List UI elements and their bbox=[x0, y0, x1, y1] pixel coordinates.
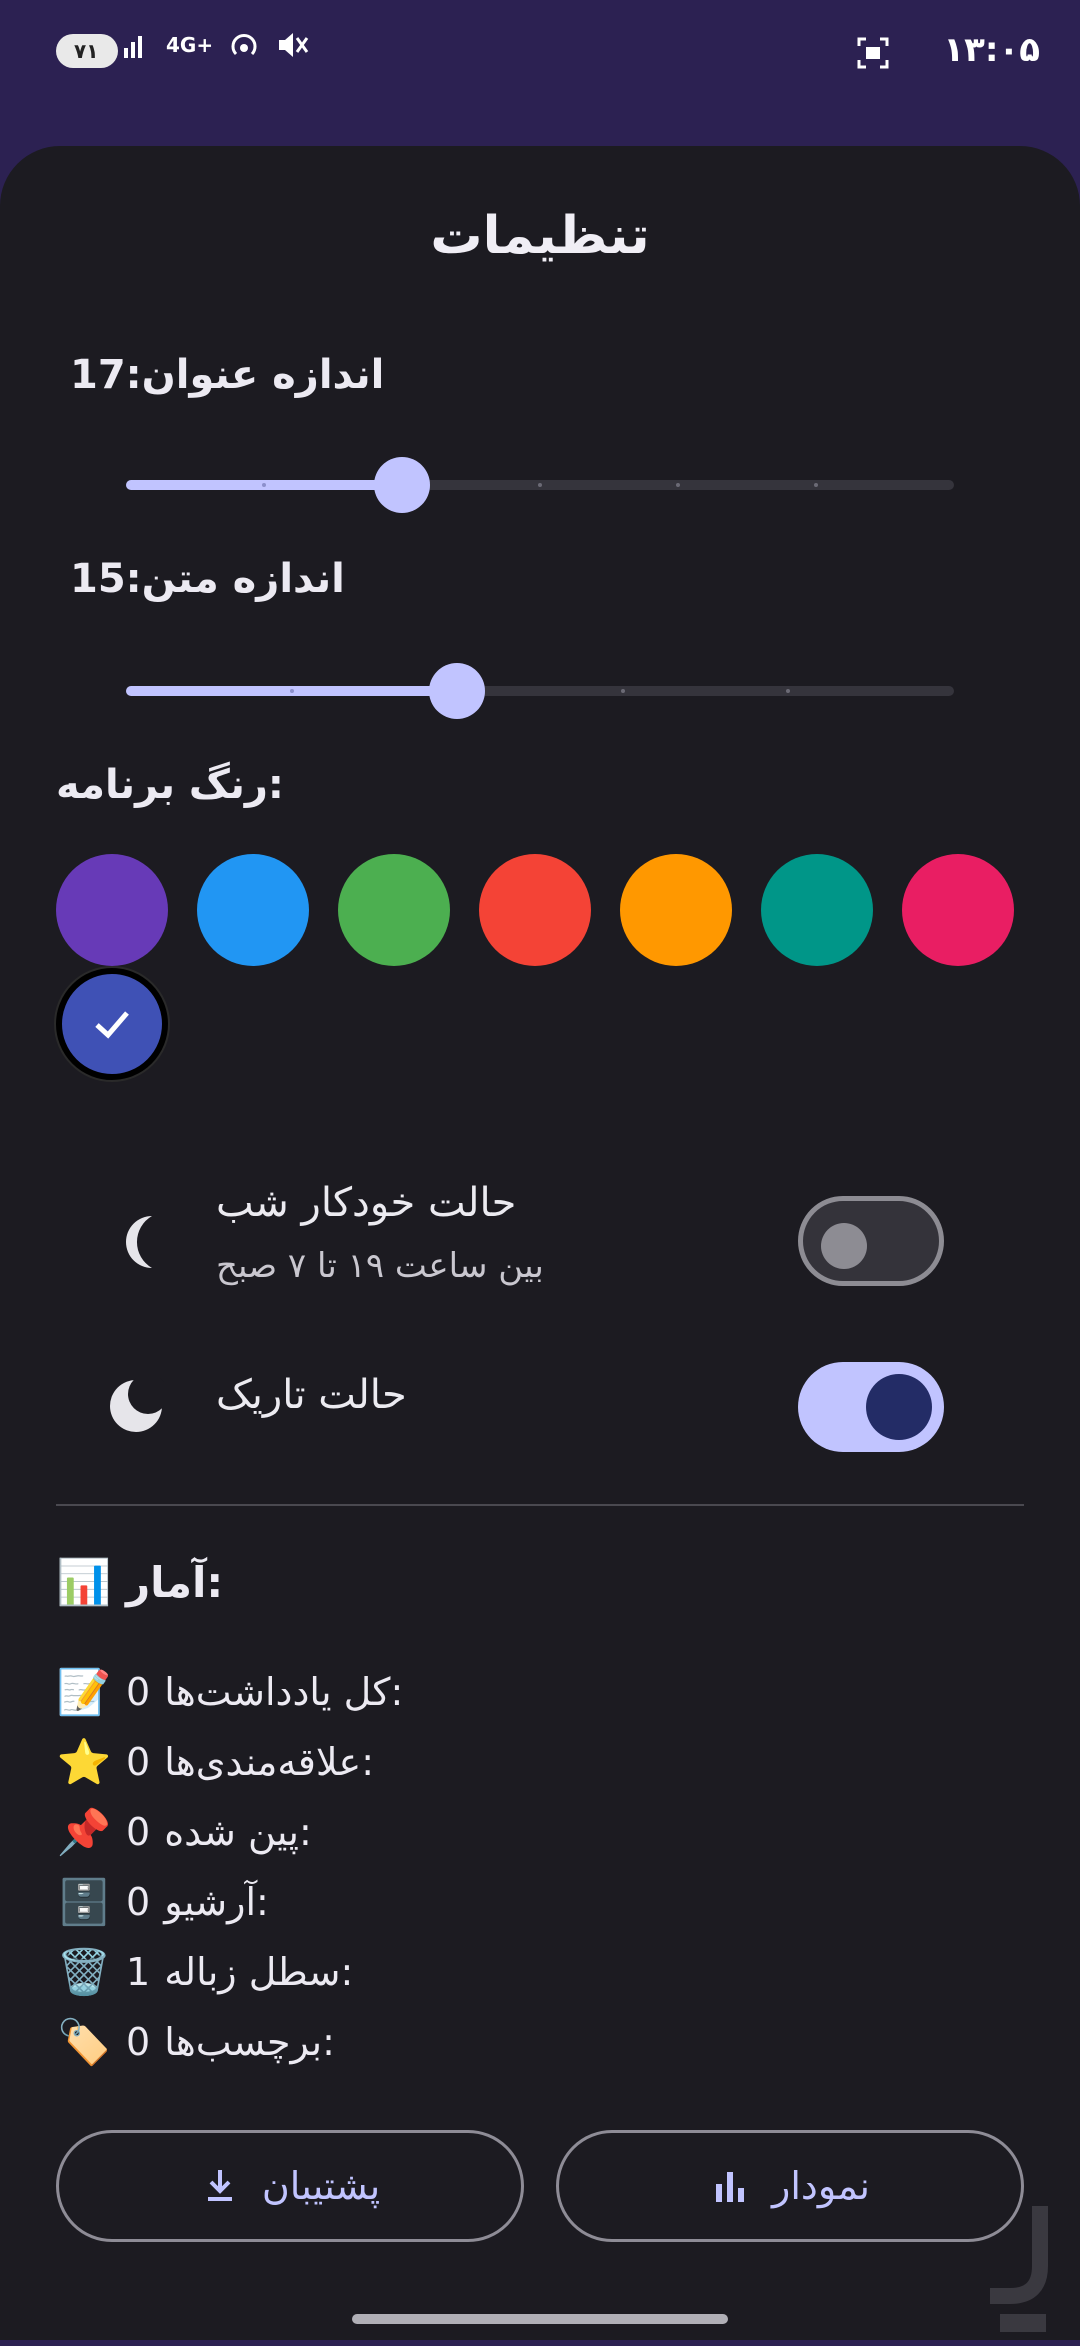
auto-night-switch[interactable] bbox=[798, 1196, 944, 1286]
slider-tick bbox=[262, 483, 266, 487]
stat-value: 1 bbox=[126, 1950, 151, 1994]
color-swatch[interactable] bbox=[197, 854, 309, 966]
color-swatch[interactable] bbox=[761, 854, 873, 966]
home-indicator[interactable] bbox=[352, 2314, 728, 2324]
network-type: 4G+ bbox=[166, 33, 214, 57]
page-title: تنظیمات bbox=[430, 206, 650, 266]
slider-tick bbox=[289, 689, 294, 693]
status-bar: ۷۱ 4G+ ۱۳:۰۵ bbox=[0, 0, 1080, 110]
stat-label: سطل زباله: bbox=[164, 1950, 354, 1994]
switch-knob bbox=[821, 1223, 867, 1269]
title-size-value: 17 bbox=[70, 352, 126, 398]
stat-label: علاقه‌مندی‌ها: bbox=[164, 1740, 375, 1784]
stat-value: 0 bbox=[126, 1740, 151, 1784]
stat-label: پین شده: bbox=[164, 1810, 312, 1854]
color-swatch[interactable] bbox=[620, 854, 732, 966]
stat-item: 📝 0 کل یادداشت‌ها: bbox=[56, 1666, 404, 1718]
color-swatch[interactable] bbox=[338, 854, 450, 966]
watermark-logo bbox=[990, 2206, 1048, 2332]
text-size-slider[interactable] bbox=[126, 663, 954, 719]
stat-label: کل یادداشت‌ها: bbox=[164, 1670, 404, 1714]
color-swatch[interactable] bbox=[56, 854, 168, 966]
title-size-label: اندازه عنوان:17 bbox=[56, 352, 384, 398]
stat-value: 0 bbox=[126, 1880, 151, 1924]
stat-item: ⭐ 0 علاقه‌مندی‌ها: bbox=[56, 1736, 374, 1788]
stat-emoji-icon: 📝 bbox=[56, 1667, 112, 1718]
bar-chart-icon bbox=[715, 2172, 744, 2202]
stat-emoji-icon: 📌 bbox=[56, 1807, 112, 1858]
switch-knob bbox=[866, 1374, 932, 1440]
divider bbox=[56, 1504, 1024, 1506]
app-color-label: رنگ برنامه: bbox=[56, 762, 284, 808]
title-size-text: اندازه عنوان: bbox=[125, 352, 385, 398]
title-size-slider[interactable] bbox=[126, 457, 954, 513]
slider-thumb[interactable] bbox=[373, 457, 430, 513]
status-icons: 4G+ bbox=[122, 28, 311, 62]
stat-label: آرشیو: bbox=[164, 1880, 269, 1924]
dark-mode-title: حالت تاریک bbox=[216, 1372, 407, 1418]
stat-label: برچسب‌ها: bbox=[164, 2020, 335, 2064]
hotspot-icon bbox=[231, 34, 257, 56]
chart-button[interactable]: نمودار bbox=[556, 2130, 1024, 2242]
screen-record-icon bbox=[857, 37, 889, 69]
slider-tick bbox=[538, 483, 542, 487]
stat-item: 📌 0 پین شده: bbox=[56, 1806, 312, 1858]
color-swatch[interactable] bbox=[902, 854, 1014, 966]
stat-item: 🗄️ 0 آرشیو: bbox=[56, 1876, 269, 1928]
backup-button-label: پشتیبان bbox=[261, 2164, 381, 2208]
text-size-value: 15 bbox=[70, 556, 126, 602]
text-size-label: اندازه متن:15 bbox=[56, 556, 345, 602]
color-swatch[interactable] bbox=[56, 968, 168, 1080]
text-size-text: اندازه متن: bbox=[125, 556, 345, 602]
slider-thumb[interactable] bbox=[429, 663, 486, 719]
stats-heading-text: آمار: bbox=[126, 1557, 224, 1607]
stat-value: 0 bbox=[126, 1810, 151, 1854]
slider-tick bbox=[814, 483, 818, 487]
stat-value: 0 bbox=[126, 1670, 151, 1714]
stats-heading: 📊 آمار: bbox=[56, 1556, 224, 1608]
stat-emoji-icon: 🗄️ bbox=[56, 1877, 112, 1928]
color-swatch[interactable] bbox=[479, 854, 591, 966]
moon-icon bbox=[110, 1378, 164, 1432]
dark-mode-switch[interactable] bbox=[798, 1362, 944, 1452]
auto-night-title: حالت خودکار شب bbox=[216, 1180, 517, 1226]
stat-value: 0 bbox=[126, 2020, 151, 2064]
moon-outline-icon bbox=[126, 1216, 152, 1268]
check-icon bbox=[62, 974, 162, 1074]
battery-indicator: ۷۱ bbox=[56, 34, 118, 68]
slider-tick bbox=[676, 483, 680, 487]
stat-item: 🏷️ 0 برچسب‌ها: bbox=[56, 2016, 335, 2068]
stat-emoji-icon: 🗑️ bbox=[56, 1947, 112, 1998]
chart-button-label: نمودار bbox=[771, 2164, 870, 2208]
mute-icon bbox=[279, 33, 309, 57]
settings-sheet: تنظیمات اندازه عنوان:17 اندازه متن:15 رن… bbox=[0, 146, 1080, 2340]
clock: ۱۳:۰۵ bbox=[943, 30, 1040, 70]
stat-item: 🗑️ 1 سطل زباله: bbox=[56, 1946, 354, 1998]
download-icon bbox=[207, 2170, 232, 2201]
stat-emoji-icon: 🏷️ bbox=[56, 2017, 112, 2068]
stat-emoji-icon: ⭐ bbox=[56, 1737, 112, 1788]
auto-night-subtitle: بین ساعت ۱۹ تا ۷ صبح bbox=[216, 1246, 544, 1286]
slider-tick bbox=[620, 689, 625, 693]
chart-emoji-icon: 📊 bbox=[56, 1557, 112, 1608]
signal-icon bbox=[124, 36, 142, 58]
backup-button[interactable]: پشتیبان bbox=[56, 2130, 524, 2242]
